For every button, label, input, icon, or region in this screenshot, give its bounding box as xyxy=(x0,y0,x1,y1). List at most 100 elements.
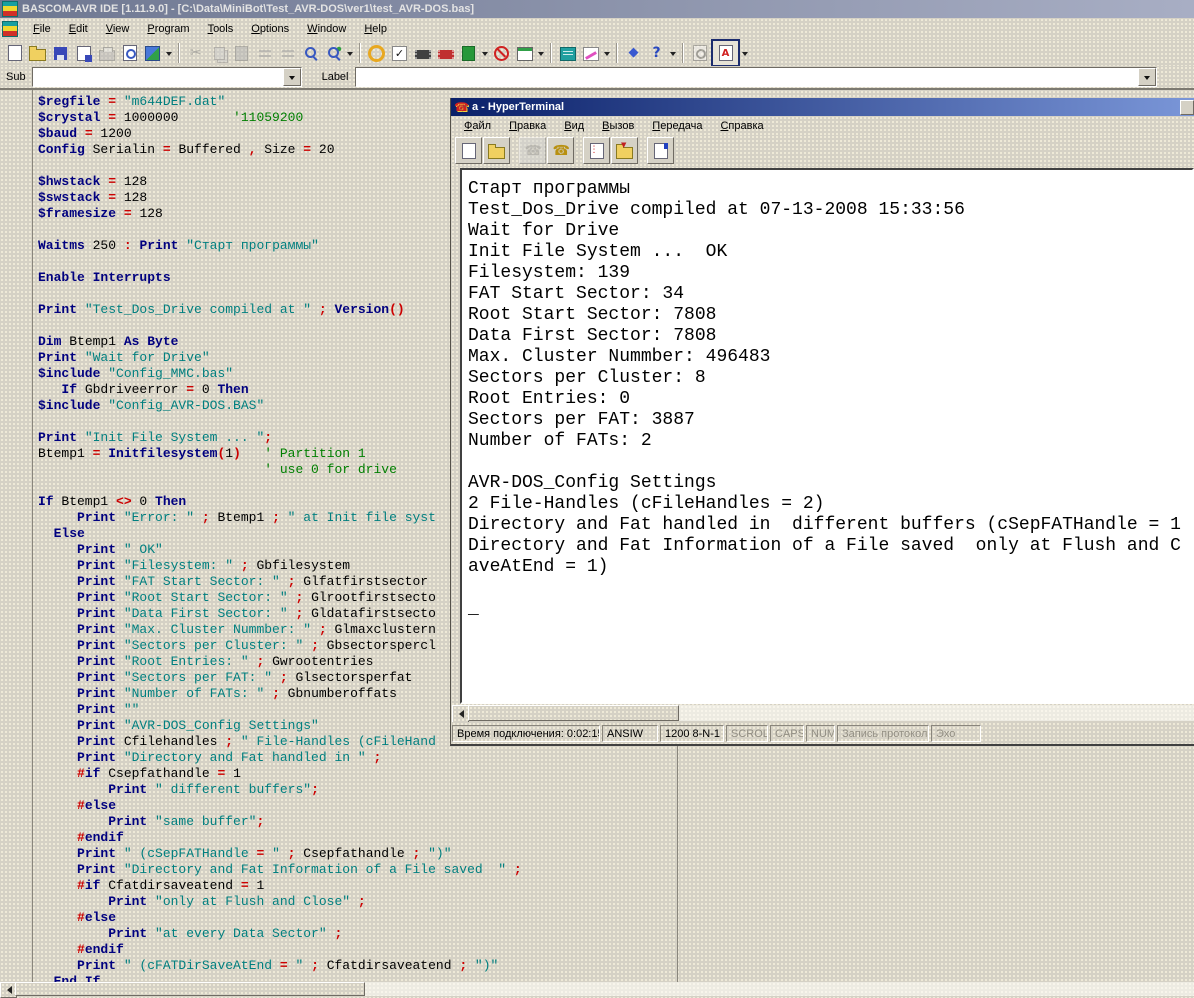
plugin-edit-button[interactable] xyxy=(579,42,602,64)
pdf-help-button[interactable] xyxy=(711,39,740,67)
code-line: #endif xyxy=(38,830,1194,846)
print-button[interactable] xyxy=(95,42,118,64)
lcd-designer-button[interactable] xyxy=(513,42,536,64)
disconnect-button[interactable] xyxy=(547,137,574,164)
about-button[interactable] xyxy=(622,42,645,64)
menu-передача[interactable]: Передача xyxy=(643,117,711,135)
find-button[interactable] xyxy=(299,42,322,64)
menu-program[interactable]: Program xyxy=(138,20,198,38)
page-dots-icon xyxy=(590,143,604,159)
call-button[interactable] xyxy=(519,137,546,164)
terminal-line: aveAtEnd = 1) xyxy=(468,557,1192,578)
terminal-emulator-button[interactable] xyxy=(490,42,513,64)
menu-file[interactable]: File xyxy=(24,20,60,38)
indent-button[interactable] xyxy=(276,42,299,64)
copy-icon xyxy=(214,47,225,60)
label-combobox[interactable] xyxy=(355,67,1157,87)
blue-block-icon xyxy=(145,46,160,61)
cut-button[interactable] xyxy=(184,42,207,64)
toolbar-dropdown-arrow-icon[interactable] xyxy=(740,42,750,64)
terminal-hscroll-left-arrow-icon[interactable] xyxy=(452,705,469,723)
printer-icon xyxy=(99,50,115,61)
program-chip-button[interactable] xyxy=(434,42,457,64)
menu-options[interactable]: Options xyxy=(242,20,298,38)
toolbar-dropdown-arrow-icon[interactable] xyxy=(602,42,612,64)
scissors-icon xyxy=(188,45,204,61)
toolbar-dropdown-arrow-icon[interactable] xyxy=(480,42,490,64)
label-combo-arrow-icon[interactable] xyxy=(1138,68,1156,86)
code-line: #else xyxy=(38,798,1194,814)
code-line: End If xyxy=(38,974,1194,982)
bascom-app-icon xyxy=(2,1,18,17)
toolbar-dropdown-arrow-icon[interactable] xyxy=(536,42,546,64)
no-entry-icon xyxy=(494,46,509,61)
menu-edit[interactable]: Edit xyxy=(60,20,97,38)
new-file-button[interactable] xyxy=(3,42,26,64)
terminal-hscroll-thumb[interactable] xyxy=(468,705,679,721)
sub-combo-arrow-icon[interactable] xyxy=(283,68,301,86)
indent-icon xyxy=(282,50,294,60)
print-preview-button[interactable] xyxy=(118,42,141,64)
save-as-button[interactable] xyxy=(72,42,95,64)
sub-combobox[interactable] xyxy=(32,67,302,87)
terminal-statusbar: Время подключения: 0:02:15ANSIW1200 8-N-… xyxy=(452,722,1194,744)
code-line: Print "same buffer"; xyxy=(38,814,1194,830)
terminal-screen[interactable]: Старт программыTest_Dos_Drive compiled a… xyxy=(460,168,1194,704)
terminal-hscrollbar[interactable] xyxy=(452,705,1194,721)
simulate-button[interactable] xyxy=(457,42,480,64)
menu-правка[interactable]: Правка xyxy=(500,117,555,135)
project-button[interactable] xyxy=(141,42,164,64)
code-line: Print " (cSepFATHandle = " ; Csepfathand… xyxy=(38,846,1194,862)
menu-файл[interactable]: Файл xyxy=(455,117,500,135)
toolbar-separator xyxy=(616,43,618,63)
terminal-line: Directory and Fat handled in different b… xyxy=(468,515,1192,536)
toolbar-separator xyxy=(359,43,361,63)
copy-button[interactable] xyxy=(207,42,230,64)
syntax-check-button[interactable] xyxy=(388,42,411,64)
save-file-button[interactable] xyxy=(49,42,72,64)
menu-tools[interactable]: Tools xyxy=(199,20,243,38)
unindent-button[interactable] xyxy=(253,42,276,64)
show-result-button[interactable] xyxy=(411,42,434,64)
toolbar-separator xyxy=(550,43,552,63)
paste-button[interactable] xyxy=(230,42,253,64)
menu-вид[interactable]: Вид xyxy=(555,117,593,135)
new-connection-button[interactable] xyxy=(455,137,482,164)
send-file-button[interactable] xyxy=(583,137,610,164)
editor-hscroll-thumb[interactable] xyxy=(15,982,365,996)
editor-hscrollbar[interactable] xyxy=(0,982,1194,996)
code-line: #if Cfatdirsaveatend = 1 xyxy=(38,878,1194,894)
terminal-line: Filesystem: 139 xyxy=(468,263,1192,284)
toolbar-dropdown-arrow-icon[interactable] xyxy=(164,42,174,64)
menu-window[interactable]: Window xyxy=(298,20,355,38)
unindent-icon xyxy=(259,50,271,60)
terminal-line: Root Entries: 0 xyxy=(468,389,1192,410)
find-next-button[interactable] xyxy=(322,42,345,64)
status-panel: Эхо xyxy=(931,725,981,742)
table-icon-icon xyxy=(517,47,533,61)
receive-file-button[interactable] xyxy=(611,137,638,164)
open-file-button[interactable] xyxy=(26,42,49,64)
menu-справка[interactable]: Справка xyxy=(711,117,772,135)
menu-view[interactable]: View xyxy=(97,20,139,38)
toolbar-dropdown-arrow-icon[interactable] xyxy=(345,42,355,64)
toolbar-dropdown-arrow-icon[interactable] xyxy=(668,42,678,64)
terminal-line: Max. Cluster Nummber: 496483 xyxy=(468,347,1192,368)
properties-button[interactable] xyxy=(647,137,674,164)
help-button[interactable] xyxy=(645,42,668,64)
toolbar-separator xyxy=(178,43,180,63)
menu-help[interactable]: Help xyxy=(355,20,396,38)
terminal-line: _ xyxy=(468,599,1192,620)
open-connection-button[interactable] xyxy=(483,137,510,164)
terminal-minimize-button[interactable] xyxy=(1180,100,1194,115)
ide-titlebar[interactable]: BASCOM-AVR IDE [1.11.9.0] - [C:\Data\Min… xyxy=(0,0,1194,18)
terminal-titlebar[interactable]: ☎ a - HyperTerminal xyxy=(451,98,1194,116)
green-block-icon xyxy=(462,46,475,61)
compile-button[interactable] xyxy=(365,42,388,64)
question-icon xyxy=(649,45,665,61)
document-child-icon[interactable] xyxy=(2,21,18,37)
menu-вызов[interactable]: Вызов xyxy=(593,117,643,135)
doc-search-button[interactable] xyxy=(688,42,711,64)
window-view-button[interactable] xyxy=(556,42,579,64)
terminal-line: Sectors per Cluster: 8 xyxy=(468,368,1192,389)
